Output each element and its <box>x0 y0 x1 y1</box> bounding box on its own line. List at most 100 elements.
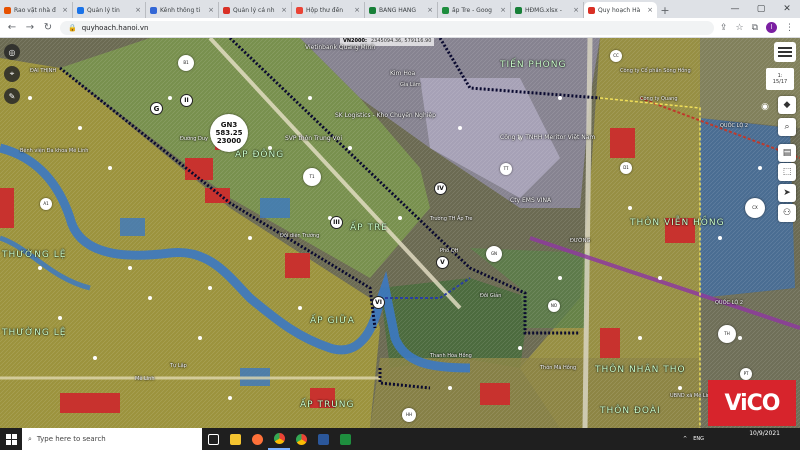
tab-label: ấp Tre - Goog <box>452 6 492 14</box>
more-menu-icon[interactable]: ⋮ <box>785 23 794 33</box>
gn3-info-bubble[interactable]: GN3 583.25 23000 <box>210 114 248 152</box>
tab-5[interactable]: BẢNG HÀNG × <box>365 2 438 18</box>
tab-label: BẢNG HÀNG <box>379 6 417 14</box>
place-label: Thôn Mã Hồng <box>540 365 577 371</box>
system-tray: ^ ENG <box>683 436 800 442</box>
info-bubble[interactable]: A1 <box>40 198 52 210</box>
tab-7[interactable]: HĐMG.xlsx - × <box>511 2 584 18</box>
coord-value: 2345094.36, 579116.90 <box>370 38 432 44</box>
info-bubble[interactable]: B1 <box>178 55 194 71</box>
url-text: quyhoach.hanoi.vn <box>81 23 149 32</box>
area-label: ẤP TRE <box>350 223 388 233</box>
sheets-app-icon[interactable] <box>334 428 356 450</box>
place-label: SK Logistics - Kho Chuyển Nghiệp <box>335 112 436 119</box>
measure-icon[interactable]: ✎ <box>4 88 20 104</box>
new-tab-button[interactable]: + <box>657 2 673 18</box>
red-zone <box>60 393 120 413</box>
info-bubble[interactable]: CX <box>745 198 765 218</box>
tab-1[interactable]: Quản lý tin × <box>73 2 146 18</box>
minimize-icon[interactable]: — <box>722 0 748 18</box>
basemap-icon[interactable]: ◆ <box>778 96 796 114</box>
info-bubble[interactable]: TH <box>718 325 736 343</box>
word-icon[interactable] <box>312 428 334 450</box>
tray-lang[interactable]: ENG <box>693 436 704 442</box>
tray-chevron-icon[interactable]: ^ <box>683 436 687 442</box>
zone-marker[interactable]: IV <box>434 182 447 195</box>
tab-close-icon[interactable]: × <box>208 6 214 14</box>
tab-label: HĐMG.xlsx - <box>525 6 562 14</box>
layers-icon[interactable]: ◎ <box>4 44 20 60</box>
search-placeholder: Type here to search <box>36 435 106 443</box>
lock-icon[interactable]: 🔒 <box>68 24 77 32</box>
place-label: Trường TH Ấp Tre <box>430 216 473 222</box>
taskbar-search[interactable]: ⌕ Type here to search <box>22 428 202 450</box>
place-label: Mê Linh <box>135 376 155 382</box>
zone-marker[interactable]: III <box>330 216 343 229</box>
tab-close-icon[interactable]: × <box>281 6 287 14</box>
profile-avatar[interactable]: l <box>766 22 777 33</box>
info-bubble[interactable]: HH <box>402 408 416 422</box>
zoom-search-icon[interactable]: ⌕ <box>778 118 796 136</box>
tab-close-icon[interactable]: × <box>62 6 68 14</box>
extensions-icon[interactable]: ⧉ <box>752 23 758 33</box>
tab-close-icon[interactable]: × <box>500 6 506 14</box>
info-bubble[interactable]: GN <box>486 246 502 262</box>
planning-map[interactable]: VN2000: 2345094.36, 579116.90 Vietinbank… <box>0 38 800 428</box>
address-bar[interactable]: 🔒 quyhoach.hanoi.vn <box>60 20 714 35</box>
tab-close-icon[interactable]: × <box>135 6 141 14</box>
info-bubble[interactable]: PT <box>740 368 752 380</box>
vico-watermark-logo: ViCO <box>708 380 796 426</box>
firefox-icon[interactable] <box>246 428 268 450</box>
gn3-area: 583.25 <box>215 128 243 137</box>
restroom-icon[interactable]: ⚇ <box>778 204 796 222</box>
tab-8-active[interactable]: Quy hoạch Hà × <box>584 2 657 18</box>
zone-marker[interactable]: G <box>150 102 163 115</box>
windows-logo-icon <box>5 433 17 445</box>
info-bubble[interactable]: CC <box>610 50 622 62</box>
red-zone <box>610 128 635 158</box>
tab-2[interactable]: Kênh thông ti × <box>146 2 219 18</box>
ruler-icon[interactable]: ▤ <box>778 144 796 162</box>
navigate-arrow-icon[interactable]: ➤ <box>778 184 796 202</box>
globe-icon[interactable]: ◉ <box>756 98 774 116</box>
start-button[interactable] <box>0 428 22 450</box>
maximize-icon[interactable]: ▢ <box>748 0 774 18</box>
task-view-icon[interactable] <box>202 428 224 450</box>
file-explorer-icon[interactable] <box>224 428 246 450</box>
chrome-icon[interactable] <box>268 428 290 450</box>
chrome-alt-icon[interactable] <box>290 428 312 450</box>
zone-marker[interactable]: II <box>180 94 193 107</box>
reload-icon[interactable]: ↻ <box>42 22 54 33</box>
share-icon[interactable]: ⇪ <box>720 23 728 33</box>
info-bubble[interactable]: TT <box>500 163 512 175</box>
hamburger-menu-button[interactable] <box>774 42 796 62</box>
info-bubble[interactable]: T1 <box>303 168 321 186</box>
area-label: ẤP ĐÔNG <box>235 150 285 160</box>
place-label: Đồi Giản <box>480 293 502 299</box>
close-window-icon[interactable]: ✕ <box>774 0 800 18</box>
zone-marker[interactable]: V <box>436 256 449 269</box>
tab-4[interactable]: Hộp thư đến × <box>292 2 365 18</box>
tab-label: Quản lý tin <box>87 6 120 14</box>
area-label: THÔN NHÂN THỌ <box>595 365 686 375</box>
forward-icon[interactable]: → <box>24 22 36 33</box>
info-bubble[interactable]: D1 <box>620 162 632 174</box>
red-zone <box>285 253 310 278</box>
tab-6[interactable]: ấp Tre - Goog × <box>438 2 511 18</box>
place-label: Thanh Hóa Hồng <box>430 353 472 359</box>
info-bubble[interactable]: NO <box>548 300 560 312</box>
zone-marker[interactable]: VI <box>372 296 385 309</box>
back-icon[interactable]: ← <box>6 22 18 33</box>
taskbar-clock[interactable]: 10/9/2021 <box>749 430 780 437</box>
tab-close-icon[interactable]: × <box>354 6 360 14</box>
tab-close-icon[interactable]: × <box>427 6 433 14</box>
bookmark-star-icon[interactable]: ☆ <box>735 23 743 33</box>
select-icon[interactable]: ⬚ <box>778 163 796 181</box>
locate-icon[interactable]: ⌖ <box>4 66 20 82</box>
tab-0[interactable]: Rao vặt nhà đ × <box>0 2 73 18</box>
tab-3[interactable]: Quản lý cá nh × <box>219 2 292 18</box>
tab-favicon-icon <box>4 6 11 14</box>
tab-favicon-icon <box>150 6 157 14</box>
tab-close-icon[interactable]: × <box>647 6 653 14</box>
tab-close-icon[interactable]: × <box>573 6 579 14</box>
